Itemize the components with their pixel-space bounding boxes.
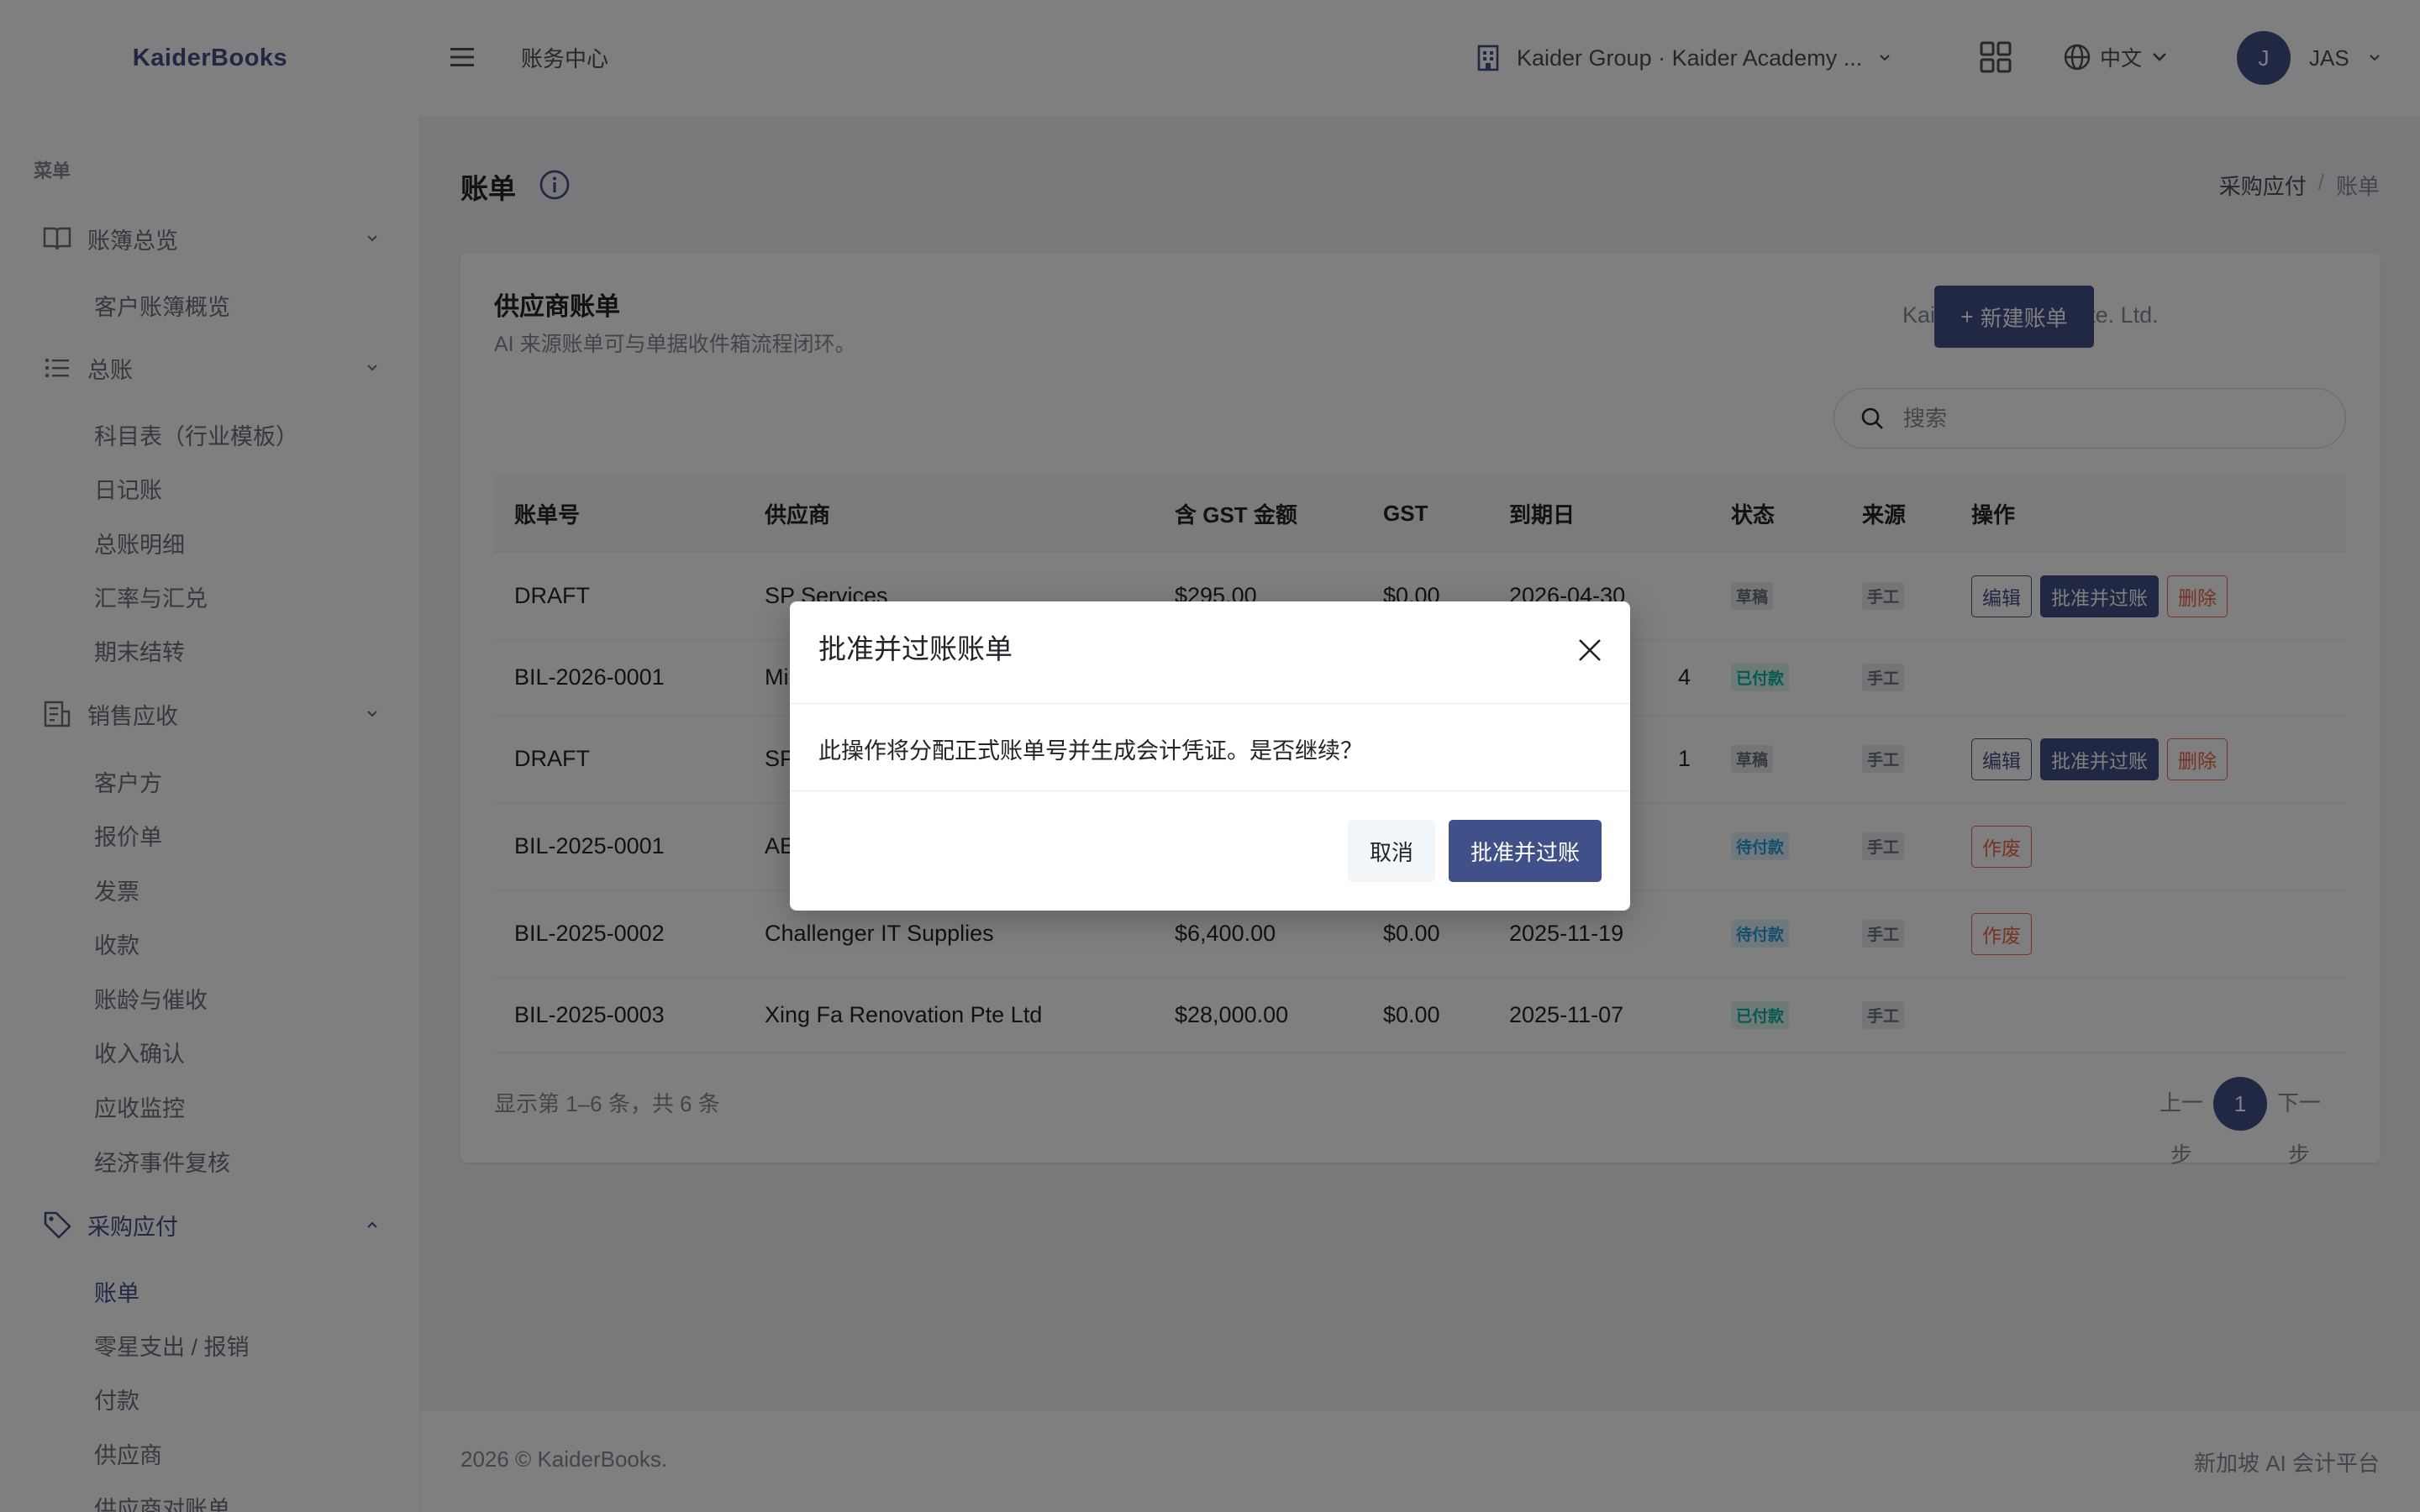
- close-icon: [1579, 639, 1601, 661]
- close-button[interactable]: [1573, 633, 1607, 667]
- modal-header: 批准并过账账单: [790, 601, 1630, 704]
- modal-message: 此操作将分配正式账单号并生成会计凭证。是否继续？: [818, 738, 1363, 764]
- cancel-button[interactable]: 取消: [1348, 820, 1435, 882]
- confirm-approve-post-button[interactable]: 批准并过账: [1449, 820, 1602, 882]
- modal-title: 批准并过账账单: [818, 633, 1013, 664]
- modal-body: 此操作将分配正式账单号并生成会计凭证。是否继续？: [790, 704, 1630, 791]
- approve-post-dialog: 批准并过账账单 此操作将分配正式账单号并生成会计凭证。是否继续？ 取消 批准并过…: [790, 601, 1630, 911]
